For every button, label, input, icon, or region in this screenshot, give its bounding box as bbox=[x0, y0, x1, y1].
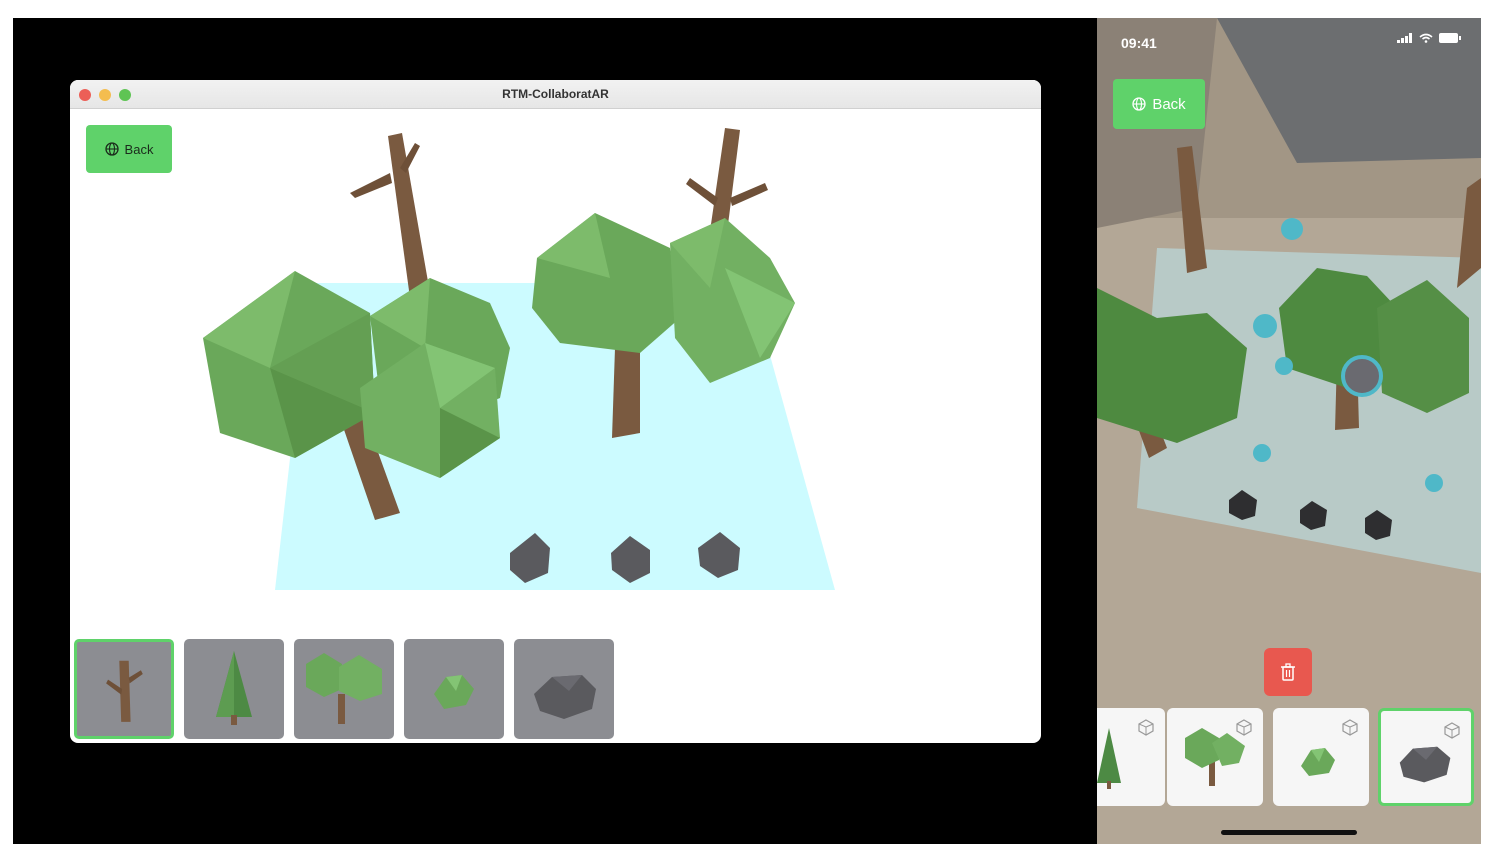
status-time: 09:41 bbox=[1121, 35, 1157, 51]
status-icons bbox=[1397, 33, 1461, 43]
dead-tree-thumbnail bbox=[106, 660, 143, 722]
tree-foliage[interactable] bbox=[532, 213, 680, 353]
tray-item-pine-tree[interactable] bbox=[184, 639, 284, 739]
wifi-icon bbox=[1419, 33, 1433, 43]
ar-cube-icon bbox=[1342, 719, 1358, 736]
tray-item-rock[interactable] bbox=[514, 639, 614, 739]
signal-icon bbox=[1397, 33, 1412, 43]
app-window: RTM-CollaboratAR Back bbox=[70, 80, 1041, 743]
ar-cube-icon bbox=[1138, 719, 1154, 736]
carousel-item-twin-tree[interactable] bbox=[1167, 708, 1263, 806]
back-label: Back bbox=[124, 141, 154, 157]
ar-cube-icon bbox=[1236, 719, 1252, 736]
tray-item-bush[interactable] bbox=[404, 639, 504, 739]
carousel-item-rock[interactable] bbox=[1378, 708, 1474, 806]
twin-tree-thumbnail bbox=[306, 653, 382, 724]
tray-item-twin-tree[interactable] bbox=[294, 639, 394, 739]
rock-thumbnail bbox=[534, 675, 596, 719]
phone-back-button[interactable]: Back bbox=[1113, 79, 1205, 129]
phone-ar-view[interactable]: 09:41 Back bbox=[1097, 18, 1481, 844]
carousel-item-bush[interactable] bbox=[1273, 708, 1369, 806]
bush-thumbnail bbox=[434, 675, 474, 709]
home-indicator[interactable] bbox=[1221, 830, 1357, 835]
title-bar: RTM-CollaboratAR bbox=[70, 80, 1041, 109]
globe-icon bbox=[104, 142, 119, 156]
carousel-item-pine-tree[interactable] bbox=[1097, 708, 1165, 806]
window-title: RTM-CollaboratAR bbox=[502, 87, 609, 101]
battery-icon bbox=[1439, 33, 1461, 43]
ar-cube-icon bbox=[1444, 722, 1460, 739]
pine-tree-thumbnail bbox=[216, 651, 252, 725]
tree-trunk bbox=[612, 346, 640, 438]
trash-icon bbox=[1281, 663, 1295, 681]
phone-back-label: Back bbox=[1152, 95, 1186, 113]
back-button[interactable]: Back bbox=[86, 125, 172, 173]
dead-tree[interactable] bbox=[350, 133, 430, 298]
delete-button[interactable] bbox=[1264, 648, 1312, 696]
scene-viewport[interactable] bbox=[70, 108, 1041, 638]
tray-item-dead-tree[interactable] bbox=[74, 639, 174, 739]
globe-icon bbox=[1132, 97, 1146, 111]
